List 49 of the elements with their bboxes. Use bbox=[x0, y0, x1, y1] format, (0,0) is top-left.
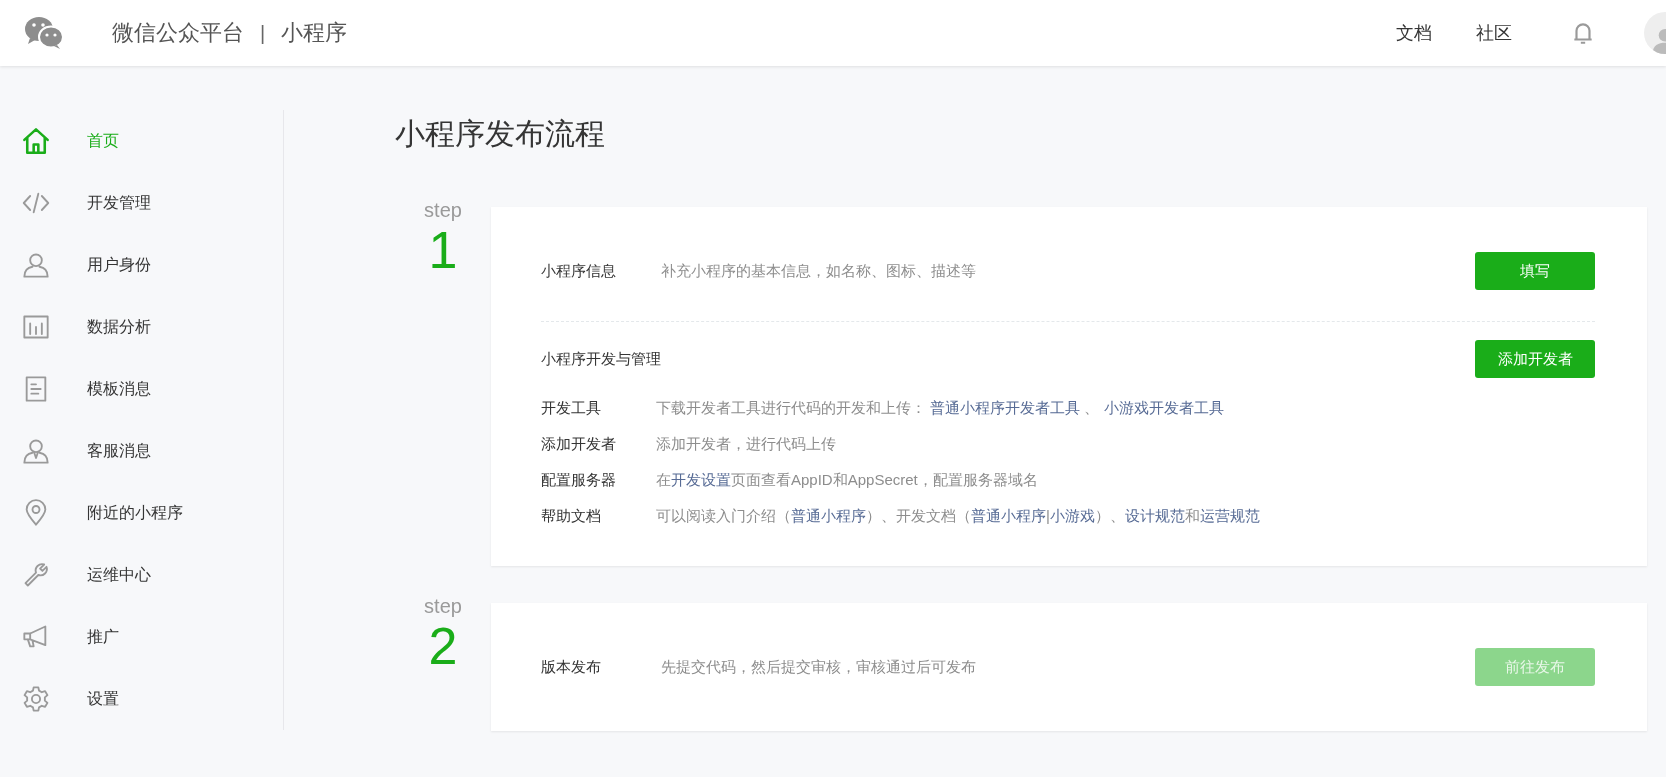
title-separator: | bbox=[260, 21, 266, 45]
nav-link[interactable]: 社区 bbox=[1476, 21, 1512, 45]
link[interactable]: 小游戏开发者工具 bbox=[1103, 398, 1224, 416]
action-button[interactable]: 添加开发者 bbox=[1475, 340, 1595, 378]
link[interactable]: 小游戏 bbox=[1049, 506, 1095, 524]
wrench-icon bbox=[22, 561, 50, 589]
link[interactable]: 普通小程序开发者工具 bbox=[930, 398, 1081, 416]
link[interactable]: 普通小程序 bbox=[971, 506, 1046, 524]
sidebar-item[interactable]: 用户身份 bbox=[0, 234, 283, 296]
description-text: 添加开发者，进行代码上传 bbox=[656, 434, 837, 454]
link[interactable]: 运营规范 bbox=[1199, 506, 1260, 524]
sidebar-item[interactable]: 数据分析 bbox=[0, 296, 283, 358]
row-label: 添加开发者 bbox=[541, 434, 617, 454]
row-label: 帮助文档 bbox=[541, 506, 602, 526]
sidebar-item[interactable]: 模板消息 bbox=[0, 358, 283, 420]
description-text: 在开发设置页面查看AppID和AppSecret，配置服务器域名 bbox=[656, 470, 1039, 490]
description-text: 可以阅读入门介绍（普通小程序）、开发文档（普通小程序|小游戏）、设计规范和运营规范 bbox=[656, 506, 1261, 526]
sidebar-item[interactable]: 推广 bbox=[0, 606, 283, 668]
link[interactable]: 开发设置 bbox=[671, 470, 731, 488]
row-label: 小程序信息 bbox=[541, 261, 617, 281]
page-title: 小程序发布流程 bbox=[395, 116, 606, 152]
row-label: 开发工具 bbox=[541, 398, 602, 418]
product-title: 小程序 bbox=[281, 19, 348, 47]
row-label: 版本发布 bbox=[541, 657, 602, 677]
gear-icon bbox=[22, 685, 50, 713]
description-text: 下载开发者工具进行代码的开发和上传： 普通小程序开发者工具 、 小游戏开发者工具 bbox=[656, 398, 1225, 418]
description-text: 补充小程序的基本信息，如名称、图标、描述等 bbox=[661, 261, 977, 281]
sidebar-item[interactable]: 运维中心 bbox=[0, 544, 283, 606]
link[interactable]: 设计规范 bbox=[1124, 506, 1185, 524]
step-label: step bbox=[423, 199, 463, 222]
step-number: 2 bbox=[427, 620, 459, 672]
description-text: 先提交代码，然后提交审核，审核通过后可发布 bbox=[661, 657, 977, 677]
section-title: 小程序开发与管理 bbox=[541, 349, 661, 369]
sidebar-item[interactable]: 设置 bbox=[0, 668, 283, 730]
chat-bubbles-icon bbox=[24, 16, 64, 50]
step-label: step bbox=[423, 595, 463, 618]
sidebar-item[interactable]: 客服消息 bbox=[0, 420, 283, 482]
home-icon bbox=[22, 127, 50, 155]
step-number: 1 bbox=[427, 224, 459, 276]
row-label: 配置服务器 bbox=[541, 470, 617, 490]
sidebar-item[interactable]: 开发管理 bbox=[0, 172, 283, 234]
nav-link[interactable]: 文档 bbox=[1396, 21, 1432, 45]
brand-title: 微信公众平台 bbox=[112, 19, 244, 47]
bar-chart-icon bbox=[22, 313, 50, 341]
link[interactable]: 普通小程序 bbox=[791, 506, 866, 524]
user-icon bbox=[22, 251, 50, 279]
action-button[interactable]: 填写 bbox=[1475, 252, 1595, 290]
customer-service-icon bbox=[22, 437, 50, 465]
sidebar-item[interactable]: 附近的小程序 bbox=[0, 482, 283, 544]
